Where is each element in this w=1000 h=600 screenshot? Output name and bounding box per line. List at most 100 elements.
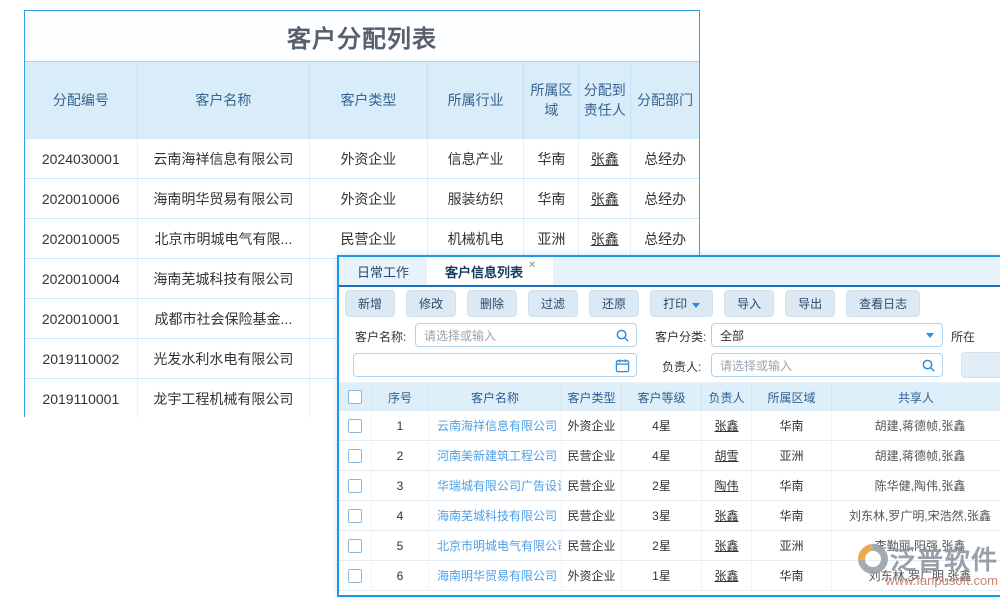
row-number: 2 xyxy=(372,441,429,470)
customer-name-link[interactable]: 龙宇工程机械有限公司 xyxy=(138,379,310,418)
owner-input[interactable]: 请选择或输入 xyxy=(711,353,943,377)
customer-info-window: 日常工作 客户信息列表 × 新增 修改 删除 过滤 还原 打印 导入 导出 查看… xyxy=(337,255,1000,597)
customer-name-link[interactable]: 海南芜城科技有限公司 xyxy=(138,259,310,298)
region: 华南 xyxy=(752,561,832,590)
print-label: 打印 xyxy=(663,297,687,311)
col-header: 所属行业 xyxy=(428,62,525,138)
owner-link[interactable]: 张鑫 xyxy=(702,411,752,440)
customer-level: 1星 xyxy=(622,561,702,590)
customer-name-link[interactable]: 云南海祥信息有限公司 xyxy=(429,411,562,440)
search-icon[interactable] xyxy=(921,358,936,373)
table-row: 2020010006 海南明华贸易有限公司 外资企业 服装纺织 华南 张鑫 总经… xyxy=(25,178,699,218)
allocation-id-link[interactable]: 2020010006 xyxy=(25,179,138,218)
filter-action-button-cut[interactable] xyxy=(961,352,1000,378)
row-checkbox[interactable] xyxy=(348,479,362,493)
close-tab-icon[interactable]: × xyxy=(529,259,535,271)
owner-label: 负责人: xyxy=(662,358,701,375)
date-input[interactable] xyxy=(353,353,637,377)
customer-table-header: 序号 客户名称 客户类型 客户等级 负责人 所属区域 共享人 xyxy=(339,383,1000,411)
customer-name-link[interactable]: 北京市明城电气有限公司 xyxy=(429,531,562,560)
customer-type: 外资企业 xyxy=(310,139,428,178)
export-button[interactable]: 导出 xyxy=(785,290,835,317)
customer-name-link[interactable]: 光发水利水电有限公司 xyxy=(138,339,310,378)
row-checkbox[interactable] xyxy=(348,569,362,583)
col-header: 分配到责任人 xyxy=(579,62,631,138)
table-row: 6 海南明华贸易有限公司 外资企业 1星 张鑫 华南 刘东林,罗广明,张鑫 xyxy=(339,561,1000,591)
customer-name-link[interactable]: 华瑞城有限公司广告设计部 xyxy=(429,471,562,500)
customer-level: 2星 xyxy=(622,471,702,500)
customer-level: 3星 xyxy=(622,501,702,530)
customer-name-link[interactable]: 北京市明城电气有限... xyxy=(138,219,310,258)
row-checkbox[interactable] xyxy=(348,449,362,463)
edit-button[interactable]: 修改 xyxy=(406,290,456,317)
add-button[interactable]: 新增 xyxy=(345,290,395,317)
allocation-table-header: 分配编号 客户名称 客户类型 所属行业 所属区域 分配到责任人 分配部门 xyxy=(25,61,699,138)
owner-link[interactable]: 张鑫 xyxy=(579,179,631,218)
customer-name-link[interactable]: 云南海祥信息有限公司 xyxy=(138,139,310,178)
import-button[interactable]: 导入 xyxy=(724,290,774,317)
allocation-table-title: 客户分配列表 xyxy=(25,11,699,61)
customer-type: 外资企业 xyxy=(562,561,622,590)
delete-button[interactable]: 删除 xyxy=(467,290,517,317)
col-header: 分配编号 xyxy=(25,62,138,138)
allocation-id-link[interactable]: 2019110002 xyxy=(25,339,138,378)
industry: 机械机电 xyxy=(428,219,525,258)
allocation-id-link[interactable]: 2020010005 xyxy=(25,219,138,258)
customer-class-select[interactable]: 全部 xyxy=(711,323,943,347)
customer-type: 民营企业 xyxy=(562,501,622,530)
owner-link[interactable]: 张鑫 xyxy=(579,139,631,178)
allocation-id-link[interactable]: 2019110001 xyxy=(25,379,138,418)
owner-link[interactable]: 张鑫 xyxy=(702,531,752,560)
owner-link[interactable]: 张鑫 xyxy=(702,561,752,590)
table-row: 2020010005 北京市明城电气有限... 民营企业 机械机电 亚洲 张鑫 … xyxy=(25,218,699,258)
select-value: 全部 xyxy=(720,327,744,344)
tab-bar: 日常工作 客户信息列表 × xyxy=(339,257,1000,287)
view-log-button[interactable]: 查看日志 xyxy=(846,290,920,317)
customer-class-label: 客户分类: xyxy=(655,328,706,345)
select-all-checkbox[interactable] xyxy=(348,390,362,404)
row-number: 1 xyxy=(372,411,429,440)
print-button[interactable]: 打印 xyxy=(650,290,713,317)
filter-panel: 客户名称: 请选择或输入 客户分类: 全部 所在 负责人: 请选择或输入 xyxy=(339,319,1000,383)
row-number: 3 xyxy=(372,471,429,500)
shared-people: 胡建,蒋德帧,张鑫 xyxy=(832,411,1000,440)
row-checkbox[interactable] xyxy=(348,419,362,433)
row-number: 6 xyxy=(372,561,429,590)
customer-name-link[interactable]: 河南美新建筑工程公司 xyxy=(429,441,562,470)
region: 亚洲 xyxy=(752,531,832,560)
filter-button[interactable]: 过滤 xyxy=(528,290,578,317)
row-checkbox[interactable] xyxy=(348,509,362,523)
customer-name-link[interactable]: 海南明华贸易有限公司 xyxy=(429,561,562,590)
restore-button[interactable]: 还原 xyxy=(589,290,639,317)
row-checkbox[interactable] xyxy=(348,539,362,553)
owner-link[interactable]: 张鑫 xyxy=(579,219,631,258)
customer-name-link[interactable]: 海南芜城科技有限公司 xyxy=(429,501,562,530)
chevron-down-icon xyxy=(926,333,934,338)
customer-name-link[interactable]: 海南明华贸易有限公司 xyxy=(138,179,310,218)
tab-label: 客户信息列表 xyxy=(445,262,523,281)
col-header: 所属区域 xyxy=(752,383,832,411)
calendar-icon[interactable] xyxy=(615,358,630,373)
customer-type: 民营企业 xyxy=(562,531,622,560)
shared-people: 李勤丽,阳强,张鑫 xyxy=(832,531,1000,560)
department: 总经办 xyxy=(631,179,699,218)
customer-type: 民营企业 xyxy=(562,441,622,470)
customer-name-input[interactable]: 请选择或输入 xyxy=(415,323,637,347)
toolbar: 新增 修改 删除 过滤 还原 打印 导入 导出 查看日志 xyxy=(339,289,1000,317)
owner-link[interactable]: 张鑫 xyxy=(702,501,752,530)
region-label-cut: 所在 xyxy=(951,328,975,345)
customer-level: 4星 xyxy=(622,411,702,440)
shared-people: 刘东林,罗广明,张鑫 xyxy=(832,561,1000,590)
allocation-id-link[interactable]: 2024030001 xyxy=(25,139,138,178)
col-header: 序号 xyxy=(372,383,429,411)
allocation-id-link[interactable]: 2020010004 xyxy=(25,259,138,298)
col-header: 客户类型 xyxy=(310,62,428,138)
allocation-id-link[interactable]: 2020010001 xyxy=(25,299,138,338)
owner-link[interactable]: 胡雪 xyxy=(702,441,752,470)
tab-daily-work[interactable]: 日常工作 xyxy=(339,257,427,285)
region: 华南 xyxy=(752,411,832,440)
search-icon[interactable] xyxy=(615,328,630,343)
customer-name-link[interactable]: 成都市社会保险基金... xyxy=(138,299,310,338)
tab-customer-info-list[interactable]: 客户信息列表 × xyxy=(427,257,553,285)
owner-link[interactable]: 陶伟 xyxy=(702,471,752,500)
